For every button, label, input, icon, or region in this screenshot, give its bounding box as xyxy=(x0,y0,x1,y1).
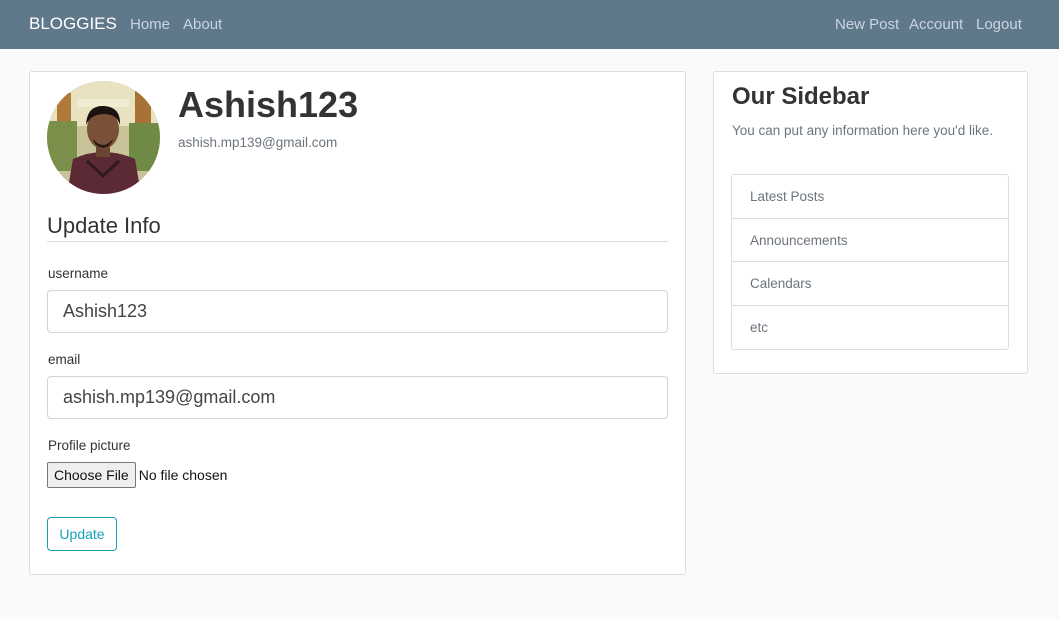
email-input[interactable] xyxy=(47,376,668,419)
profile-username: Ashish123 xyxy=(178,84,359,125)
nav-account-link[interactable]: Account xyxy=(909,16,963,33)
email-label: email xyxy=(48,352,81,367)
username-label: username xyxy=(48,266,109,281)
sidebar-item-announcements[interactable]: Announcements xyxy=(732,219,1008,262)
profile-picture-label: Profile picture xyxy=(48,438,131,453)
sidebar-description: You can put any information here you'd l… xyxy=(732,123,993,138)
sidebar-card: Our Sidebar You can put any information … xyxy=(713,71,1028,374)
nav-home-link[interactable]: Home xyxy=(130,16,170,33)
profile-picture-file-input: Choose File No file chosen xyxy=(47,462,227,489)
nav-about-link[interactable]: About xyxy=(183,16,222,33)
avatar-photo xyxy=(47,81,160,194)
sidebar-item-etc[interactable]: etc xyxy=(732,306,1008,350)
sidebar-title: Our Sidebar xyxy=(732,83,870,110)
sidebar-list: Latest Posts Announcements Calendars etc xyxy=(731,174,1009,350)
nav-logout-link[interactable]: Logout xyxy=(976,16,1022,33)
username-input[interactable] xyxy=(47,290,668,333)
update-info-legend: Update Info xyxy=(47,213,668,242)
file-status-text: No file chosen xyxy=(138,467,228,483)
sidebar-item-calendars[interactable]: Calendars xyxy=(732,262,1008,306)
sidebar-item-latest-posts[interactable]: Latest Posts xyxy=(732,175,1008,219)
account-card: Ashish123 ashish.mp139@gmail.com Update … xyxy=(29,71,686,575)
update-button[interactable]: Update xyxy=(47,517,117,551)
profile-email: ashish.mp139@gmail.com xyxy=(178,135,338,150)
nav-new-post-link[interactable]: New Post xyxy=(835,16,899,33)
choose-file-button[interactable]: Choose File xyxy=(47,462,136,488)
avatar xyxy=(47,81,160,194)
brand-logo-link[interactable]: BLOGGIES xyxy=(29,14,117,34)
top-navbar: BLOGGIES Home About New Post Account Log… xyxy=(0,0,1059,49)
